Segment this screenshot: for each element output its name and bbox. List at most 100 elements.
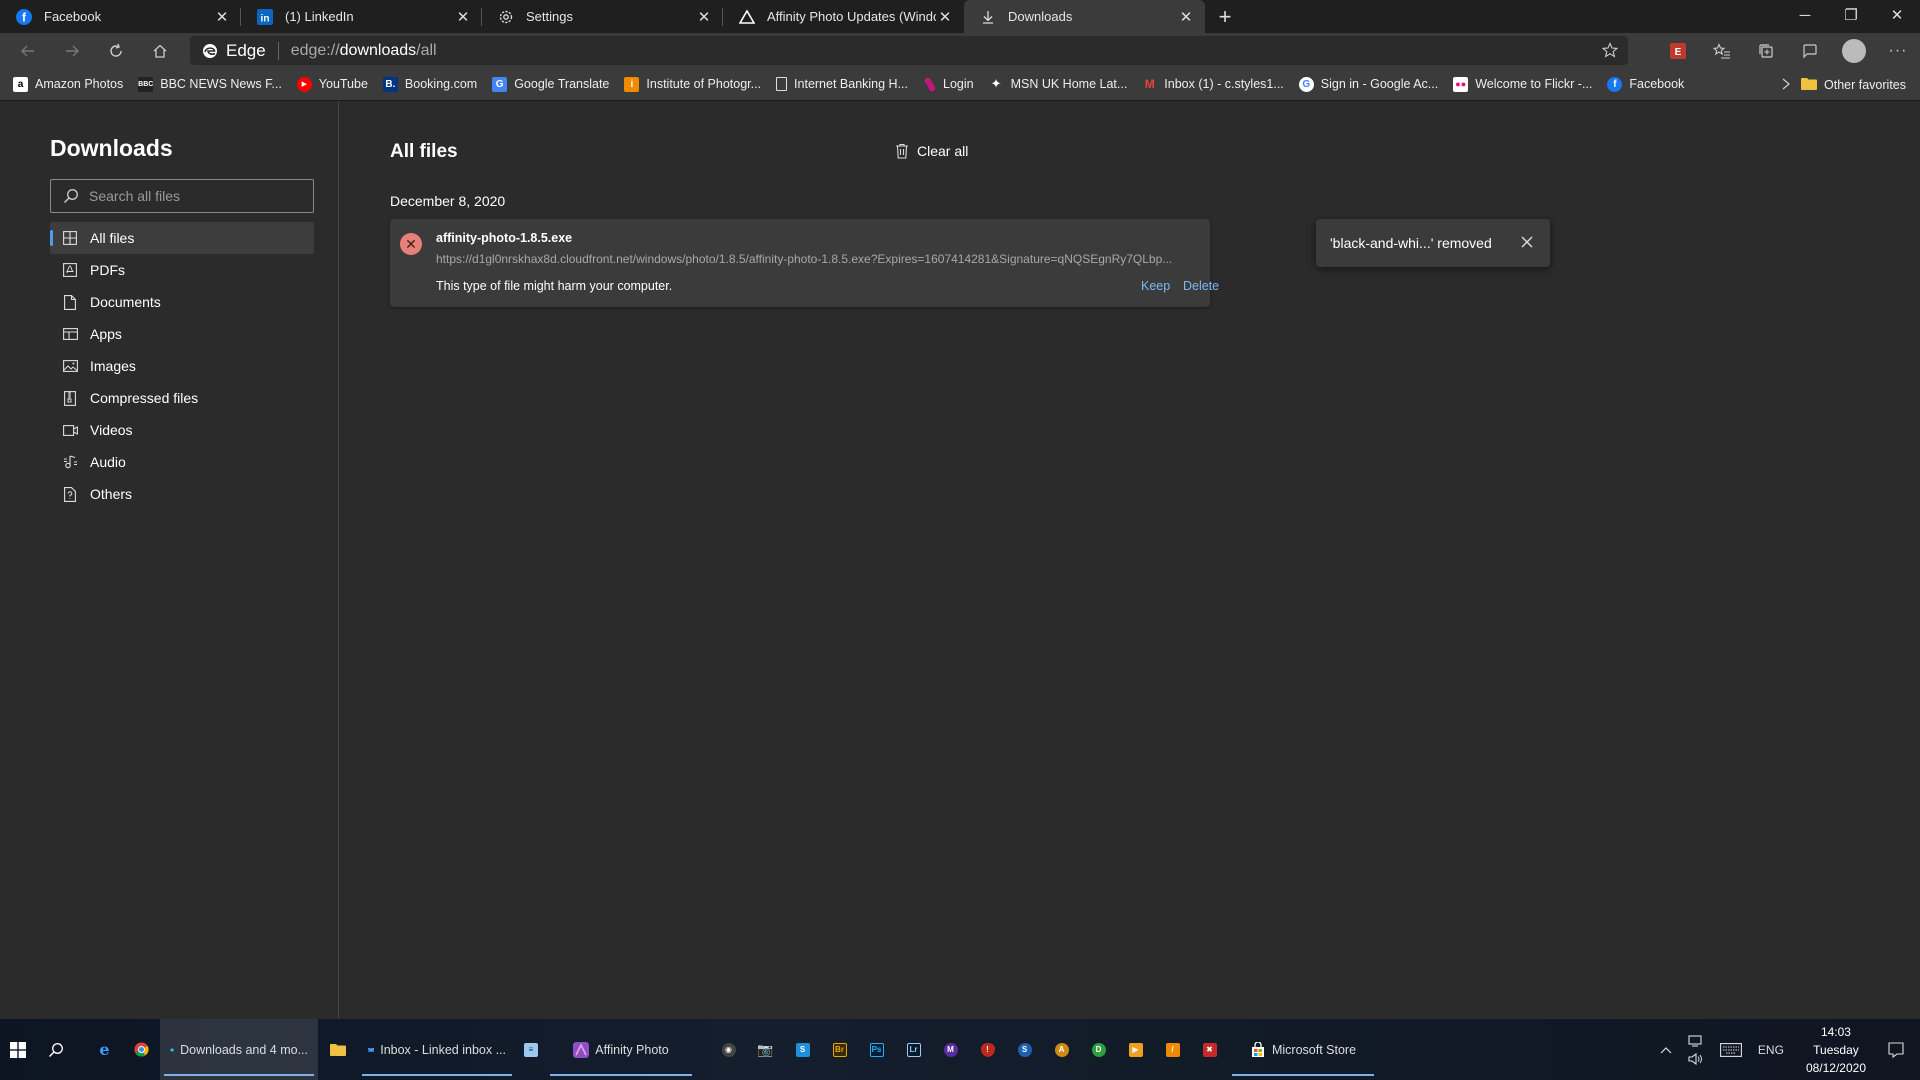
start-button[interactable]: [0, 1019, 36, 1080]
notification-icon[interactable]: [1888, 1041, 1904, 1058]
app-taskbar-button[interactable]: M: [932, 1019, 969, 1080]
app-taskbar-button[interactable]: ✖: [1191, 1019, 1228, 1080]
address-bar[interactable]: Edge edge://downloads/all: [190, 36, 1628, 65]
app-taskbar-button[interactable]: Lr: [895, 1019, 932, 1080]
close-icon[interactable]: ✕: [936, 8, 954, 26]
nav-item-all-files[interactable]: All files: [50, 222, 314, 254]
explorer-taskbar-button[interactable]: [318, 1019, 358, 1080]
url-text[interactable]: edge://downloads/all: [291, 42, 437, 60]
app-taskbar-button[interactable]: S: [1006, 1019, 1043, 1080]
profile-button[interactable]: [1832, 33, 1876, 68]
nav-item-apps[interactable]: Apps: [50, 318, 314, 350]
app-taskbar-button[interactable]: S: [784, 1019, 821, 1080]
close-icon[interactable]: ✕: [1177, 8, 1195, 26]
settings-circle-icon: ◉: [721, 1042, 736, 1057]
extension-button[interactable]: E: [1656, 33, 1700, 68]
home-icon: [153, 44, 167, 58]
app-taskbar-button[interactable]: !: [969, 1019, 1006, 1080]
nav-item-documents[interactable]: Documents: [50, 286, 314, 318]
chevron-right-icon[interactable]: [1780, 77, 1792, 91]
refresh-button[interactable]: [94, 33, 138, 68]
taskbar-app-label: Microsoft Store: [1271, 1042, 1357, 1057]
back-button[interactable]: [6, 33, 50, 68]
tab-affinity-updates[interactable]: Affinity Photo Updates (Window ✕: [723, 0, 964, 33]
tab-downloads[interactable]: Downloads ✕: [964, 0, 1205, 33]
app-taskbar-button[interactable]: ◉: [710, 1019, 747, 1080]
app-taskbar-button[interactable]: Ps: [858, 1019, 895, 1080]
favorites-button[interactable]: [1700, 33, 1744, 68]
ie-taskbar-button[interactable]: e: [86, 1019, 123, 1080]
forward-button[interactable]: [50, 33, 94, 68]
nav-item-audio[interactable]: Audio: [50, 446, 314, 478]
network-sound-icons[interactable]: [1688, 1034, 1704, 1065]
notepad-taskbar-button[interactable]: ≡: [516, 1019, 546, 1080]
tab-linkedin[interactable]: in (1) LinkedIn ✕: [241, 0, 482, 33]
favorite-item[interactable]: ●● Welcome to Flickr -...: [1453, 76, 1592, 92]
nav-item-others[interactable]: Others: [50, 478, 314, 510]
favorite-item[interactable]: G Sign in - Google Ac...: [1298, 76, 1438, 92]
nav-item-images[interactable]: Images: [50, 350, 314, 382]
nav-label: Others: [90, 486, 133, 502]
language-indicator[interactable]: ENG: [1758, 1043, 1784, 1057]
favorite-item[interactable]: ▶ YouTube: [296, 76, 368, 92]
keyboard-icon[interactable]: [1719, 1042, 1742, 1057]
delete-link[interactable]: Delete: [1183, 279, 1219, 293]
other-favorites[interactable]: Other favorites: [1801, 68, 1906, 101]
collections-button[interactable]: [1744, 33, 1788, 68]
favorite-item[interactable]: f Facebook: [1607, 76, 1684, 92]
feedback-button[interactable]: [1788, 33, 1832, 68]
favorite-item[interactable]: B. Booking.com: [382, 76, 478, 92]
tab-settings[interactable]: Settings ✕: [482, 0, 723, 33]
keep-link[interactable]: Keep: [1141, 279, 1170, 293]
taskbar-app-edge[interactable]: Downloads and 4 mo...: [160, 1019, 318, 1080]
app-taskbar-button[interactable]: Br: [821, 1019, 858, 1080]
app-taskbar-button[interactable]: A: [1043, 1019, 1080, 1080]
close-icon[interactable]: [1520, 235, 1534, 249]
taskbar-app-affinity[interactable]: Affinity Photo: [546, 1019, 696, 1080]
favorite-item[interactable]: i Institute of Photogr...: [624, 76, 761, 92]
tab-label: (1) LinkedIn: [285, 9, 354, 24]
tab-facebook[interactable]: f Facebook ✕: [0, 0, 241, 33]
app-taskbar-button[interactable]: 📷: [747, 1019, 784, 1080]
nav-item-videos[interactable]: Videos: [50, 414, 314, 446]
trash-icon: [895, 143, 909, 159]
nav-item-pdfs[interactable]: PDFs: [50, 254, 314, 286]
close-icon[interactable]: ✕: [213, 8, 231, 26]
favorite-item[interactable]: Login: [923, 76, 974, 92]
chrome-taskbar-button[interactable]: [123, 1019, 160, 1080]
favorite-item[interactable]: ✦ MSN UK Home Lat...: [989, 76, 1128, 92]
restore-icon[interactable]: ❐: [1828, 0, 1874, 30]
search-input[interactable]: [89, 188, 289, 204]
favorite-item[interactable]: Internet Banking H...: [776, 77, 908, 91]
favorite-item[interactable]: G Google Translate: [492, 76, 609, 92]
refresh-icon: [110, 43, 122, 57]
taskbar-app-store[interactable]: Microsoft Store: [1228, 1019, 1378, 1080]
close-icon[interactable]: ✕: [454, 8, 472, 26]
app-taskbar-button[interactable]: D: [1080, 1019, 1117, 1080]
close-icon[interactable]: ✕: [695, 8, 713, 26]
favorite-star-icon[interactable]: [1602, 42, 1618, 58]
search-box[interactable]: [50, 179, 314, 213]
more-menu-button[interactable]: ···: [1876, 33, 1920, 68]
favorite-label: Booking.com: [404, 77, 478, 91]
shield-green-icon: D: [1091, 1042, 1106, 1057]
favorite-item[interactable]: BBC BBC NEWS News F...: [138, 76, 282, 92]
clear-all-button[interactable]: Clear all: [895, 143, 968, 159]
nav-label: Videos: [90, 422, 133, 438]
nav-item-compressed[interactable]: Compressed files: [50, 382, 314, 414]
app-taskbar-button[interactable]: /: [1154, 1019, 1191, 1080]
download-filename[interactable]: affinity-photo-1.8.5.exe: [436, 231, 572, 245]
app-taskbar-button[interactable]: ▶: [1117, 1019, 1154, 1080]
chevron-up-icon[interactable]: [1660, 1046, 1672, 1054]
download-url[interactable]: https://d1gl0nrskhax8d.cloudfront.net/wi…: [436, 252, 1176, 266]
close-window-icon[interactable]: ✕: [1874, 0, 1920, 30]
taskbar-app-mail[interactable]: Inbox - Linked inbox ...: [358, 1019, 516, 1080]
new-tab-button[interactable]: +: [1205, 0, 1245, 33]
favorite-item[interactable]: M Inbox (1) - c.styles1...: [1142, 77, 1284, 92]
search-button[interactable]: [36, 1019, 76, 1080]
section-title: All files: [390, 141, 458, 162]
home-button[interactable]: [138, 33, 182, 68]
taskbar-clock[interactable]: 14:03 Tuesday 08/12/2020: [1806, 1023, 1866, 1077]
favorite-item[interactable]: a Amazon Photos: [13, 76, 123, 92]
minimize-icon[interactable]: ─: [1782, 0, 1828, 30]
